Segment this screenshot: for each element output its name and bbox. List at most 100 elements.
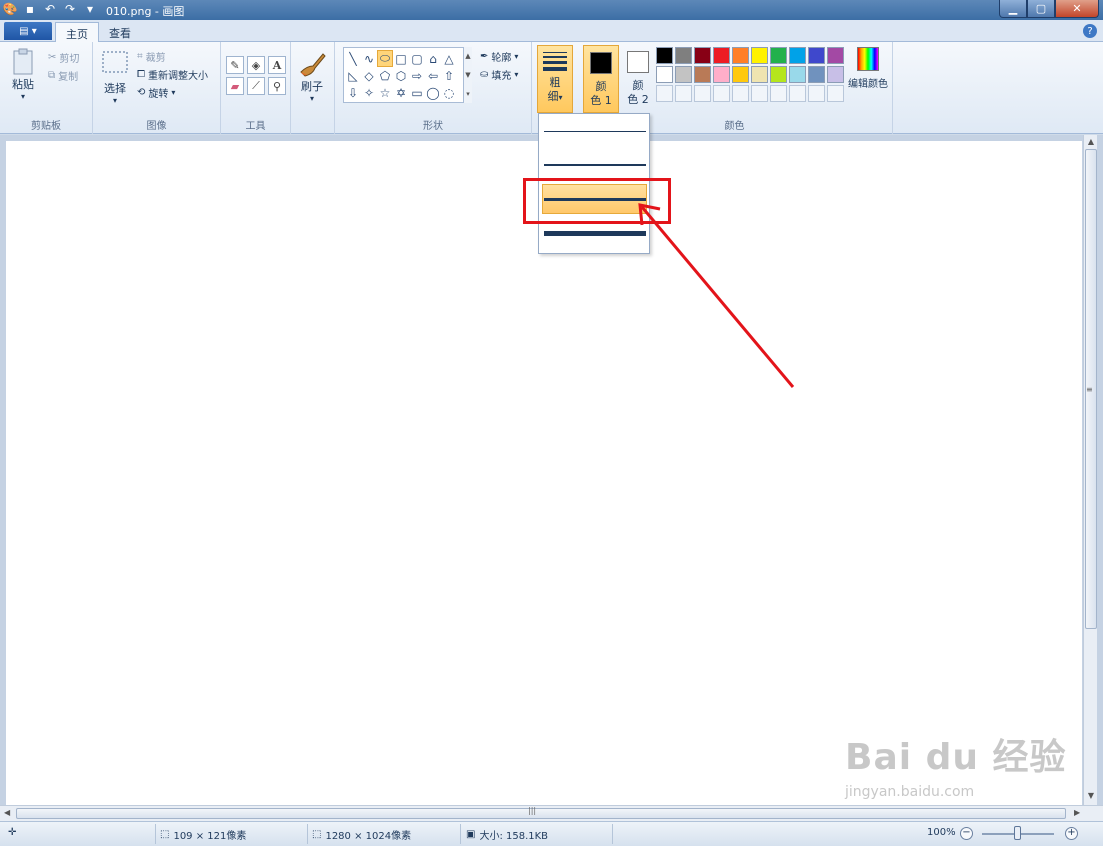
close-button[interactable]: ✕ [1055, 0, 1099, 18]
polygon-shape-icon[interactable]: ⌂ [425, 50, 441, 67]
palette-swatch[interactable] [656, 66, 673, 83]
up-arrow-shape-icon[interactable]: ⇧ [441, 67, 457, 84]
palette-swatch[interactable] [808, 66, 825, 83]
paint-app-icon[interactable]: 🎨 [2, 1, 18, 17]
left-arrow-shape-icon[interactable]: ⇦ [425, 67, 441, 84]
palette-swatch[interactable] [656, 47, 673, 64]
copy-button[interactable]: ⧉ 复制 [48, 68, 78, 83]
rounded-callout-shape-icon[interactable]: ▭ [409, 84, 425, 101]
scroll-up-icon[interactable]: ▲ [465, 52, 470, 60]
palette-swatch[interactable] [751, 47, 768, 64]
palette-swatch[interactable] [713, 47, 730, 64]
triangle-shape-icon[interactable]: △ [441, 50, 457, 67]
clipboard-group-label: 剪贴板 [31, 121, 61, 132]
help-icon[interactable]: ? [1083, 24, 1097, 38]
tab-view[interactable]: 查看 [99, 22, 141, 42]
pencil-icon[interactable]: ✎ [226, 56, 244, 74]
text-icon[interactable]: A [268, 56, 286, 74]
palette-swatch[interactable] [789, 66, 806, 83]
undo-icon[interactable]: ↶ [42, 1, 58, 17]
rotate-button[interactable]: ⟲ 旋转 ▾ [137, 85, 175, 100]
custom-color-slot[interactable] [827, 85, 844, 102]
six-point-star-shape-icon[interactable]: ✡ [393, 84, 409, 101]
right-arrow-shape-icon[interactable]: ⇨ [409, 67, 425, 84]
custom-color-slot[interactable] [713, 85, 730, 102]
diamond-shape-icon[interactable]: ◇ [361, 67, 377, 84]
hexagon-shape-icon[interactable]: ⬡ [393, 67, 409, 84]
palette-swatch[interactable] [827, 47, 844, 64]
palette-swatch[interactable] [770, 47, 787, 64]
custom-color-slot[interactable] [770, 85, 787, 102]
magnifier-icon[interactable]: ⚲ [268, 77, 286, 95]
zoom-in-button[interactable]: + [1065, 827, 1078, 840]
rounded-rectangle-shape-icon[interactable]: ▢ [409, 50, 425, 67]
maximize-button[interactable]: ▢ [1027, 0, 1055, 18]
palette-swatch[interactable] [827, 66, 844, 83]
scroll-right-arrow-icon[interactable]: ▶ [1074, 808, 1080, 817]
edit-colors-button[interactable]: 编辑颜色 [846, 47, 890, 90]
rectangle-shape-icon[interactable]: □ [393, 50, 409, 67]
size-option-3px[interactable] [542, 150, 647, 180]
resize-button[interactable]: ⧠ 重新调整大小 [137, 67, 208, 82]
cut-button[interactable]: ✂ 剪切 [48, 50, 79, 65]
cloud-callout-shape-icon[interactable]: ◌ [441, 84, 457, 101]
palette-swatch[interactable] [751, 66, 768, 83]
size-option-1px[interactable] [542, 116, 647, 146]
paste-button[interactable]: 粘贴 ▾ [12, 48, 34, 101]
right-triangle-shape-icon[interactable]: ◺ [345, 67, 361, 84]
line-shape-icon[interactable]: ╲ [345, 50, 361, 67]
tab-home[interactable]: 主页 [55, 22, 99, 42]
palette-swatch[interactable] [732, 47, 749, 64]
color-picker-icon[interactable]: ⟋ [247, 77, 265, 95]
palette-swatch[interactable] [808, 47, 825, 64]
paint-menu-button[interactable]: ▤ ▾ [4, 22, 52, 40]
curve-shape-icon[interactable]: ∿ [361, 50, 377, 67]
custom-color-slot[interactable] [694, 85, 711, 102]
color2-button[interactable]: 颜 色 2 [622, 45, 654, 113]
scroll-down-arrow-icon[interactable]: ▼ [1084, 791, 1098, 803]
size-button[interactable]: 粗 细▾ [537, 45, 573, 113]
scroll-up-arrow-icon[interactable]: ▲ [1084, 137, 1098, 149]
outline-button[interactable]: ✒ 轮廓 ▾ [480, 49, 518, 64]
palette-swatch[interactable] [732, 66, 749, 83]
expand-gallery-icon[interactable]: ▾ [466, 90, 470, 98]
custom-color-slot[interactable] [789, 85, 806, 102]
palette-swatch[interactable] [694, 66, 711, 83]
horizontal-scroll-thumb[interactable] [16, 808, 1066, 819]
palette-swatch[interactable] [789, 47, 806, 64]
crop-button[interactable]: ⌗ 裁剪 [137, 49, 166, 64]
custom-color-slot[interactable] [751, 85, 768, 102]
palette-swatch[interactable] [675, 66, 692, 83]
oval-callout-shape-icon[interactable]: ◯ [425, 84, 441, 101]
fill-button[interactable]: ⛀ 填充 ▾ [480, 67, 518, 82]
four-point-star-shape-icon[interactable]: ✧ [361, 84, 377, 101]
custom-color-slot[interactable] [732, 85, 749, 102]
palette-swatch[interactable] [694, 47, 711, 64]
five-point-star-shape-icon[interactable]: ☆ [377, 84, 393, 101]
eraser-icon[interactable]: ▰ [226, 77, 244, 95]
scroll-down-icon[interactable]: ▼ [465, 71, 470, 79]
palette-swatch[interactable] [675, 47, 692, 64]
down-arrow-shape-icon[interactable]: ⇩ [345, 84, 361, 101]
scroll-left-arrow-icon[interactable]: ◀ [4, 808, 10, 817]
palette-swatch[interactable] [713, 66, 730, 83]
custom-color-slot[interactable] [808, 85, 825, 102]
horizontal-scrollbar[interactable]: ◀ ||| ▶ [0, 805, 1103, 821]
palette-swatch[interactable] [770, 66, 787, 83]
zoom-out-button[interactable]: − [960, 827, 973, 840]
zoom-slider-thumb[interactable] [1014, 826, 1021, 840]
oval-shape-icon[interactable]: ⬭ [377, 50, 393, 67]
redo-icon[interactable]: ↷ [62, 1, 78, 17]
color1-button[interactable]: 颜 色 1 [583, 45, 619, 113]
select-button[interactable]: 选择 ▾ [101, 50, 129, 105]
customize-quick-access-icon[interactable]: ▾ [82, 1, 98, 17]
shapes-scrollbar[interactable]: ▲ ▼ ▾ [463, 47, 472, 103]
brushes-button[interactable]: 刷子 ▾ [297, 48, 327, 103]
fill-icon[interactable]: ◈ [247, 56, 265, 74]
custom-color-slot[interactable] [675, 85, 692, 102]
vertical-scrollbar[interactable]: ▲ ≡ ▼ [1083, 135, 1097, 805]
minimize-button[interactable]: ▁ [999, 0, 1027, 18]
pentagon-shape-icon[interactable]: ⬠ [377, 67, 393, 84]
custom-color-slot[interactable] [656, 85, 673, 102]
save-icon[interactable]: ▪ [22, 1, 38, 17]
